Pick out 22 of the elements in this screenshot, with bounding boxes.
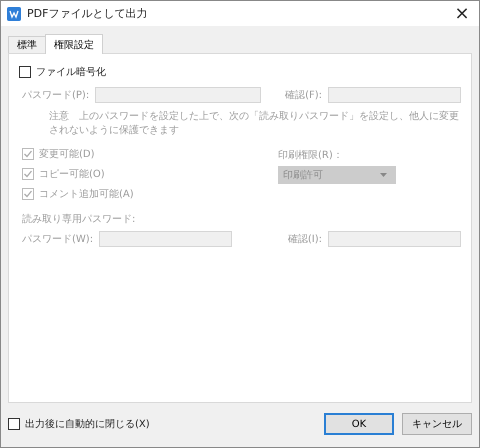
window-title: PDFファイルとして出力 bbox=[27, 6, 148, 21]
tab[interactable]: 権限設定 bbox=[45, 34, 103, 54]
field-label: パスワード(W): bbox=[22, 233, 94, 246]
section-label: 読み取り専用パスワード: bbox=[22, 212, 136, 226]
close-button[interactable]: × bbox=[445, 2, 479, 26]
checkbox-label: コメント追加可能(A) bbox=[39, 188, 134, 201]
tab[interactable]: 標準 bbox=[8, 36, 46, 53]
field-label: 確認(I): bbox=[288, 232, 322, 246]
checkbox-label: 変更可能(D) bbox=[39, 148, 95, 161]
field-label: パスワード(P): bbox=[22, 89, 90, 102]
checkbox-label: コピー可能(O) bbox=[39, 168, 105, 181]
cancel-button[interactable]: キャンセル bbox=[402, 413, 472, 435]
checkbox[interactable] bbox=[8, 418, 20, 430]
checkbox[interactable] bbox=[19, 66, 31, 78]
app-logo-icon bbox=[7, 6, 21, 20]
field-label: 確認(F): bbox=[285, 88, 322, 102]
field-label: 印刷権限(R)： bbox=[278, 148, 344, 162]
caret-icon bbox=[380, 173, 387, 177]
ok-button[interactable]: OK bbox=[324, 413, 394, 435]
checkbox-label: 出力後に自動的に閉じる(X) bbox=[25, 418, 150, 431]
note-text: 注意 上のパスワードを設定した上で、次の「読み取りパスワード」を設定し、他人に変更されないように保護できます bbox=[49, 110, 460, 138]
checkbox-label: ファイル暗号化 bbox=[36, 66, 106, 79]
